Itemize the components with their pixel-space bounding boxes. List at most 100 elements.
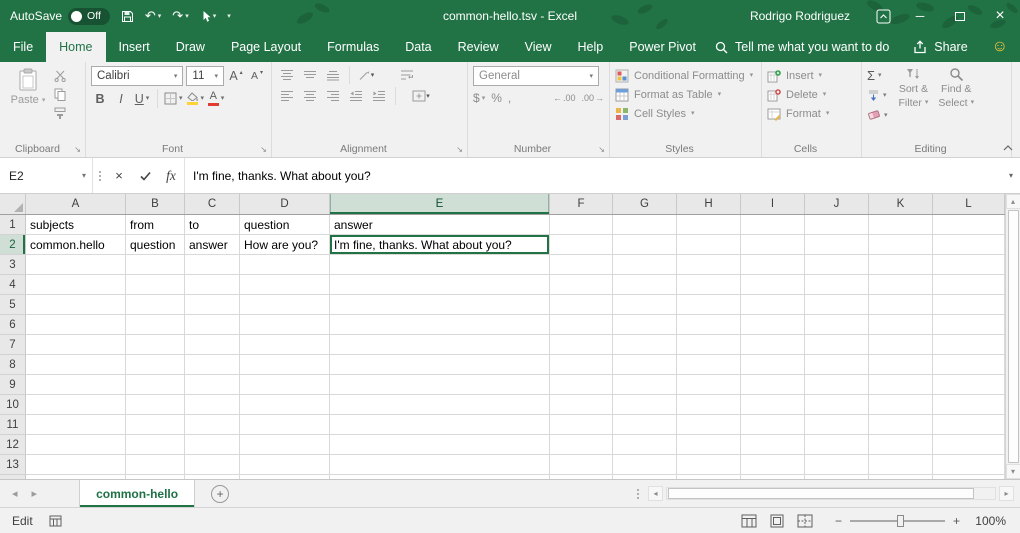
cell-I7[interactable] bbox=[741, 335, 805, 355]
format-as-table-dropdown-icon[interactable]: ▾ bbox=[718, 91, 722, 98]
format-dropdown-icon[interactable]: ▾ bbox=[826, 110, 830, 117]
cell-L1[interactable] bbox=[933, 215, 1005, 235]
cell-G8[interactable] bbox=[613, 355, 677, 375]
cell-I1[interactable] bbox=[741, 215, 805, 235]
font-name-combobox[interactable]: Calibri ▾ bbox=[91, 66, 183, 86]
align-left-button[interactable] bbox=[277, 87, 297, 105]
cell-C2[interactable]: answer bbox=[185, 235, 240, 255]
cell-J5[interactable] bbox=[805, 295, 869, 315]
cell-D3[interactable] bbox=[240, 255, 330, 275]
cell-J3[interactable] bbox=[805, 255, 869, 275]
cell-L4[interactable] bbox=[933, 275, 1005, 295]
tab-review[interactable]: Review bbox=[445, 32, 512, 62]
cell-F3[interactable] bbox=[550, 255, 613, 275]
cell-B13[interactable] bbox=[126, 455, 185, 475]
customize-qat-icon[interactable]: ▾ bbox=[227, 13, 231, 20]
bold-button[interactable]: B bbox=[91, 89, 109, 108]
cell-H6[interactable] bbox=[677, 315, 741, 335]
cell-J6[interactable] bbox=[805, 315, 869, 335]
page-layout-view-button[interactable] bbox=[769, 514, 785, 528]
row-header-7[interactable]: 7 bbox=[0, 335, 26, 355]
cell-B10[interactable] bbox=[126, 395, 185, 415]
tab-data[interactable]: Data bbox=[392, 32, 444, 62]
cell-J7[interactable] bbox=[805, 335, 869, 355]
cell-B1[interactable]: from bbox=[126, 215, 185, 235]
macro-record-button[interactable] bbox=[49, 515, 62, 527]
conditional-formatting-dropdown-icon[interactable]: ▾ bbox=[750, 72, 754, 79]
row-header-6[interactable]: 6 bbox=[0, 315, 26, 335]
cell-J11[interactable] bbox=[805, 415, 869, 435]
cell-J1[interactable] bbox=[805, 215, 869, 235]
column-header-H[interactable]: H bbox=[677, 194, 741, 214]
cell-L7[interactable] bbox=[933, 335, 1005, 355]
clipboard-dialog-launcher[interactable]: ↘ bbox=[74, 146, 81, 154]
cell-styles-button[interactable]: Cell Styles ▾ bbox=[615, 104, 756, 123]
cell-G2[interactable] bbox=[613, 235, 677, 255]
horizontal-scrollbar[interactable] bbox=[666, 487, 996, 500]
row-header-10[interactable]: 10 bbox=[0, 395, 26, 415]
percent-format-button[interactable]: % bbox=[491, 91, 502, 105]
fill-dropdown-icon[interactable]: ▾ bbox=[883, 92, 887, 99]
cell-L8[interactable] bbox=[933, 355, 1005, 375]
cell-F13[interactable] bbox=[550, 455, 613, 475]
undo-button[interactable]: ↶ ▾ bbox=[145, 8, 161, 24]
cell-C9[interactable] bbox=[185, 375, 240, 395]
alignment-dialog-launcher[interactable]: ↘ bbox=[456, 146, 463, 154]
cell-L12[interactable] bbox=[933, 435, 1005, 455]
cell-C12[interactable] bbox=[185, 435, 240, 455]
insert-cells-button[interactable]: Insert ▾ bbox=[767, 66, 856, 85]
cell-K5[interactable] bbox=[869, 295, 933, 315]
cut-button[interactable] bbox=[54, 70, 67, 82]
user-name[interactable]: Rodrigo Rodriguez bbox=[750, 9, 850, 23]
cell-H7[interactable] bbox=[677, 335, 741, 355]
cell-C6[interactable] bbox=[185, 315, 240, 335]
cell-G5[interactable] bbox=[613, 295, 677, 315]
orientation-button[interactable]: ▾ bbox=[356, 66, 376, 84]
vertical-scrollbar-thumb[interactable] bbox=[1008, 210, 1019, 463]
formula-bar-grip[interactable] bbox=[92, 158, 106, 193]
cell-I6[interactable] bbox=[741, 315, 805, 335]
cell-K12[interactable] bbox=[869, 435, 933, 455]
cell-J2[interactable] bbox=[805, 235, 869, 255]
column-header-I[interactable]: I bbox=[741, 194, 805, 214]
name-box-dropdown-icon[interactable]: ▾ bbox=[82, 171, 86, 180]
cell-J9[interactable] bbox=[805, 375, 869, 395]
autosave-toggle[interactable]: AutoSave Off bbox=[10, 8, 110, 25]
name-box[interactable]: E2 ▾ bbox=[0, 158, 92, 193]
cell-F8[interactable] bbox=[550, 355, 613, 375]
cell-E6[interactable] bbox=[330, 315, 550, 335]
cell-C10[interactable] bbox=[185, 395, 240, 415]
cell-D4[interactable] bbox=[240, 275, 330, 295]
autosum-dropdown-icon[interactable]: ▾ bbox=[878, 72, 882, 79]
cell-B11[interactable] bbox=[126, 415, 185, 435]
cell-F6[interactable] bbox=[550, 315, 613, 335]
borders-dropdown-icon[interactable]: ▾ bbox=[179, 95, 183, 102]
cell-H5[interactable] bbox=[677, 295, 741, 315]
maximize-button[interactable] bbox=[940, 0, 980, 32]
tab-formulas[interactable]: Formulas bbox=[314, 32, 392, 62]
cell-D9[interactable] bbox=[240, 375, 330, 395]
cell-K10[interactable] bbox=[869, 395, 933, 415]
row-header-9[interactable]: 9 bbox=[0, 375, 26, 395]
column-header-E[interactable]: E bbox=[330, 194, 550, 214]
cell-A1[interactable]: subjects bbox=[26, 215, 126, 235]
merge-dropdown-icon[interactable]: ▾ bbox=[426, 93, 430, 100]
cell-G11[interactable] bbox=[613, 415, 677, 435]
cell-L2[interactable] bbox=[933, 235, 1005, 255]
cell-D11[interactable] bbox=[240, 415, 330, 435]
comma-format-button[interactable]: , bbox=[508, 91, 511, 105]
horizontal-scrollbar-thumb[interactable] bbox=[668, 488, 974, 499]
cell-G12[interactable] bbox=[613, 435, 677, 455]
cell-I13[interactable] bbox=[741, 455, 805, 475]
cell-K9[interactable] bbox=[869, 375, 933, 395]
ribbon-display-options-button[interactable] bbox=[866, 0, 900, 32]
cell-I9[interactable] bbox=[741, 375, 805, 395]
zoom-level[interactable]: 100% bbox=[972, 514, 1006, 528]
cell-D1[interactable]: question bbox=[240, 215, 330, 235]
sheet-tab-common-hello[interactable]: common-hello bbox=[79, 480, 195, 507]
cell-E7[interactable] bbox=[330, 335, 550, 355]
cell-B5[interactable] bbox=[126, 295, 185, 315]
cell-C7[interactable] bbox=[185, 335, 240, 355]
cell-H11[interactable] bbox=[677, 415, 741, 435]
cell-L11[interactable] bbox=[933, 415, 1005, 435]
